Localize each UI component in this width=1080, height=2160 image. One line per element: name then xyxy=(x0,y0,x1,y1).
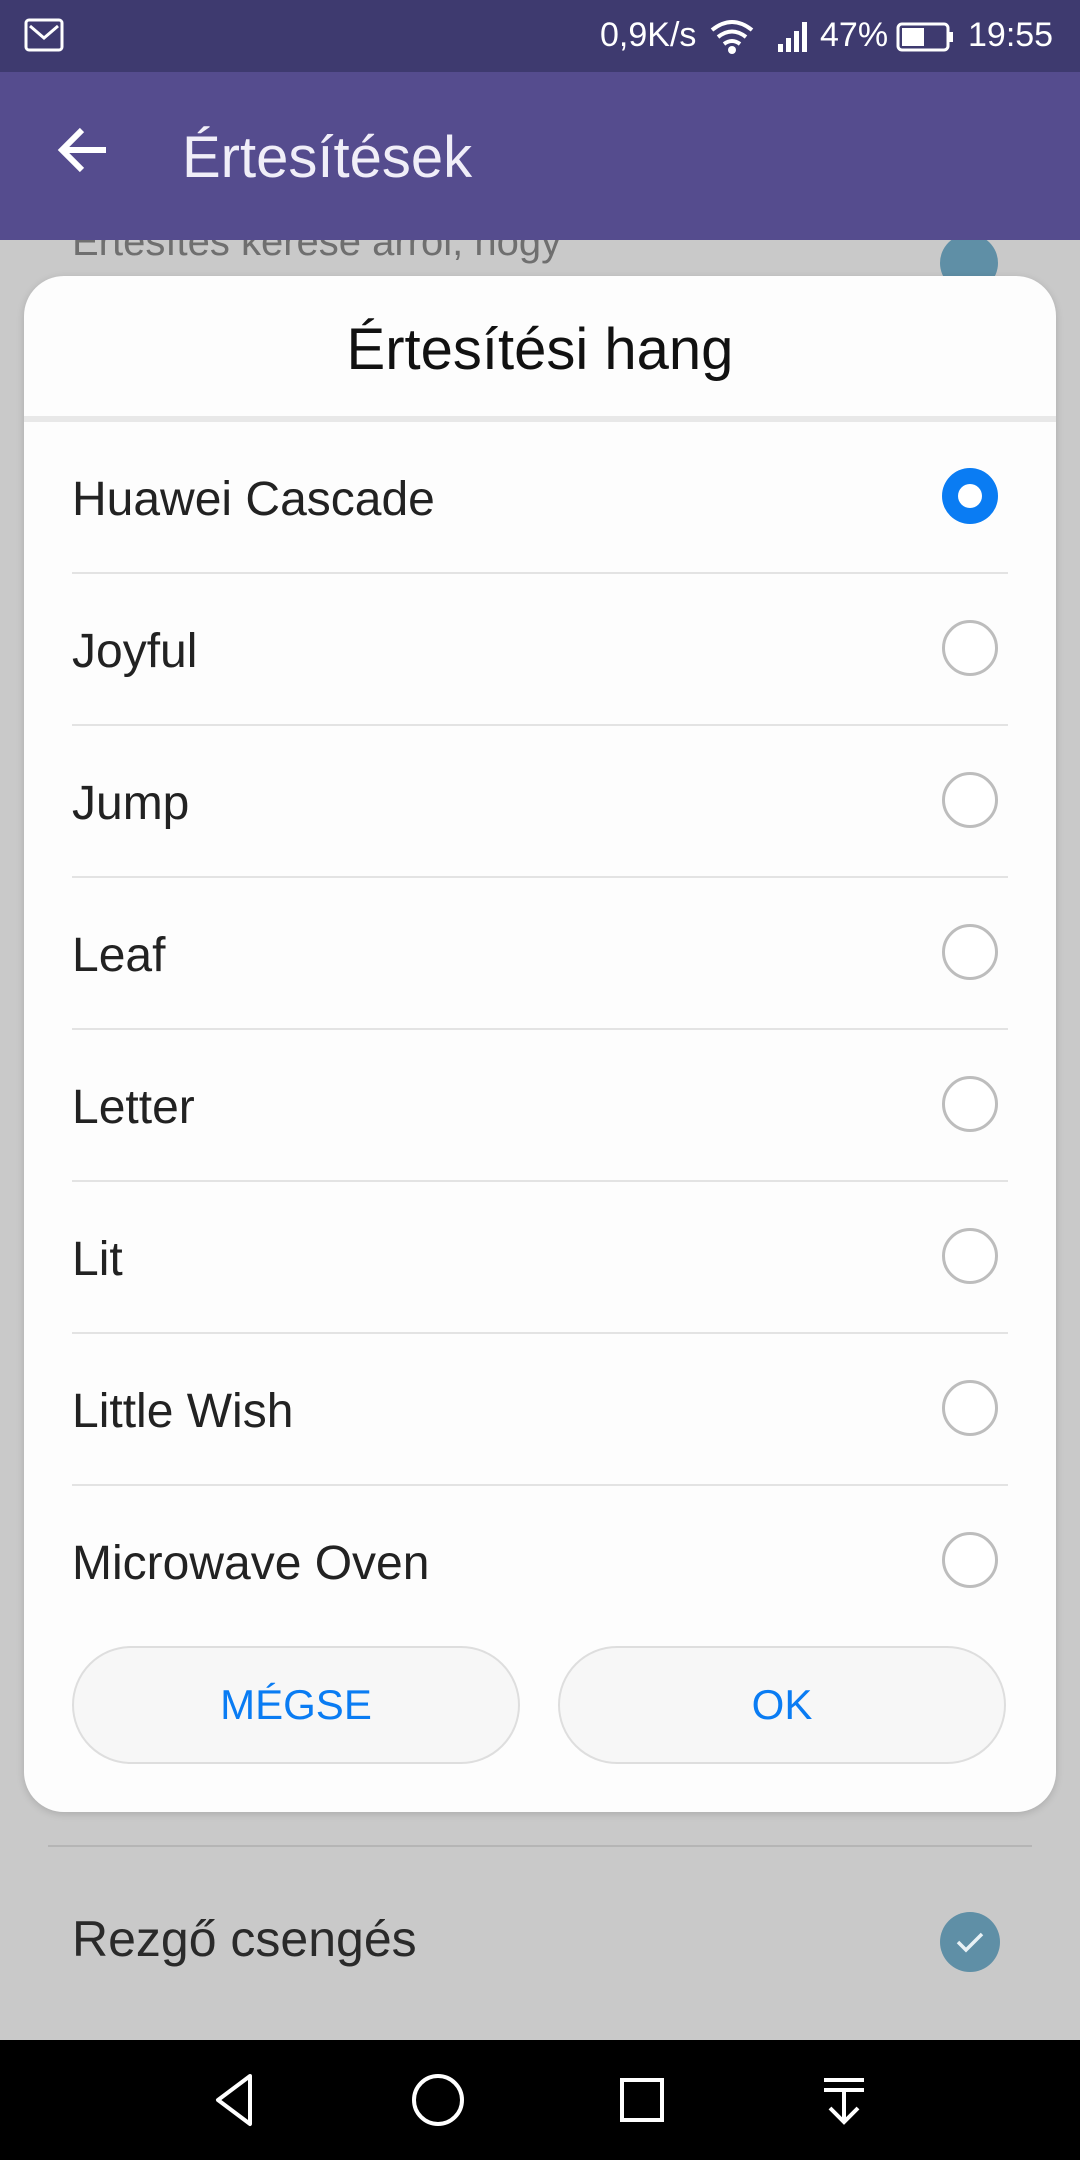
status-bar: 0,9K/s 47% 19:55 xyxy=(0,0,1080,72)
sound-option-label: Huawei Cascade xyxy=(72,473,435,526)
sound-option[interactable]: Jump xyxy=(72,726,1008,878)
radio-button[interactable] xyxy=(942,772,998,828)
sound-option-label: Letter xyxy=(72,1081,195,1134)
signal-icon xyxy=(778,22,807,52)
mail-icon xyxy=(24,18,64,52)
recents-square-icon[interactable] xyxy=(610,2068,674,2132)
sound-option[interactable]: Little Wish xyxy=(72,1334,1008,1486)
sound-option-label: Microwave Oven xyxy=(72,1537,430,1590)
sound-option[interactable]: Joyful xyxy=(72,574,1008,726)
sound-option[interactable]: Letter xyxy=(72,1030,1008,1182)
radio-button[interactable] xyxy=(942,924,998,980)
radio-button[interactable] xyxy=(942,1532,998,1588)
radio-button[interactable] xyxy=(942,1380,998,1436)
back-arrow-icon[interactable] xyxy=(56,122,112,178)
ok-button[interactable]: OK xyxy=(558,1646,1006,1764)
vibrate-setting-label: Rezgő csengés xyxy=(72,1911,417,1967)
divider xyxy=(48,1845,1032,1847)
home-circle-icon[interactable] xyxy=(406,2068,470,2132)
sound-option-label: Leaf xyxy=(72,929,166,982)
navigation-bar xyxy=(0,2040,1080,2160)
notification-sound-dialog: Értesítési hang Huawei Cascade Joyful Ju… xyxy=(24,276,1056,1812)
vibrate-checkbox[interactable] xyxy=(940,1912,1000,1972)
sound-option[interactable]: Leaf xyxy=(72,878,1008,1030)
app-bar: Értesítések xyxy=(0,72,1080,240)
sound-option-label: Jump xyxy=(72,777,190,830)
radio-button[interactable] xyxy=(942,620,998,676)
wifi-icon xyxy=(710,20,754,54)
clock: 19:55 xyxy=(968,16,1054,54)
radio-button[interactable] xyxy=(942,1076,998,1132)
sound-option[interactable]: Huawei Cascade xyxy=(72,422,1008,574)
checkmark-icon xyxy=(956,1932,984,1953)
sound-option[interactable]: Lit xyxy=(72,1182,1008,1334)
sound-option[interactable]: Microwave Oven xyxy=(72,1486,1008,1638)
dialog-title: Értesítési hang xyxy=(346,317,734,382)
radio-button[interactable] xyxy=(942,1228,998,1284)
sound-option-label: Joyful xyxy=(72,625,198,678)
notification-pulldown-icon[interactable] xyxy=(812,2068,876,2132)
cancel-button[interactable]: MÉGSE xyxy=(72,1646,520,1764)
back-triangle-icon[interactable] xyxy=(204,2068,268,2132)
net-speed: 0,9K/s xyxy=(600,16,697,54)
sound-option-label: Lit xyxy=(72,1233,123,1286)
sound-option-label: Little Wish xyxy=(72,1385,294,1438)
battery-percent: 47% xyxy=(820,16,889,54)
radio-button-selected[interactable] xyxy=(942,468,998,524)
page-title: Értesítések xyxy=(182,125,473,190)
battery-icon xyxy=(896,22,953,52)
